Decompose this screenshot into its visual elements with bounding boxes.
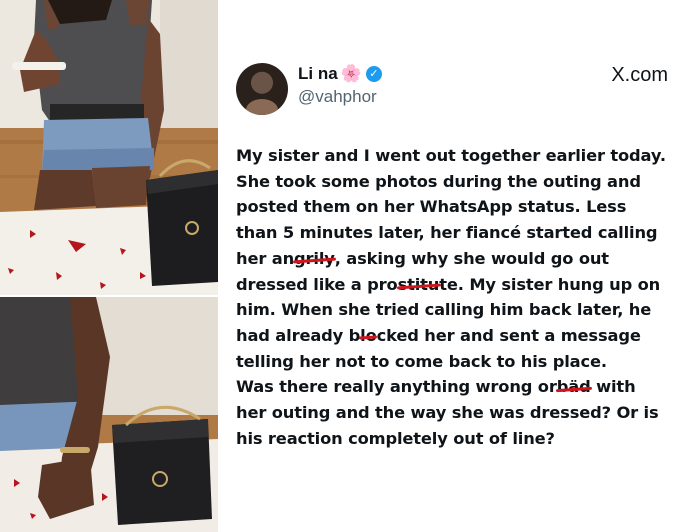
strikethrough-word: grily (294, 246, 335, 272)
author-row: Li na 🌸 ✓ (298, 62, 382, 86)
post-line-11: her outing and the way she was dressed? … (236, 403, 659, 423)
photo-bottom (0, 297, 218, 532)
post-text: My sister and I went out together earlie… (236, 143, 692, 451)
photo-woman-sitting-table (0, 0, 218, 295)
post-line-5: her angrily, asking why she would go out (236, 246, 692, 272)
post-line-8: had already blocked her and sent a messa… (236, 323, 692, 349)
site-mark: X.com (610, 64, 668, 87)
strikethrough-word: bäd (557, 374, 591, 400)
verified-badge-icon: ✓ (365, 66, 382, 82)
photo-collage (0, 0, 218, 532)
photo-woman-with-bag (0, 297, 218, 532)
post-line-2: She took some photos during the outing a… (236, 171, 641, 191)
post-line-12: his reaction completely out of line? (236, 428, 555, 448)
post-line-9: telling her not to come back to his plac… (236, 351, 607, 371)
post-card: Li na 🌸 ✓ @vahphor X.com My sister and I… (218, 0, 694, 532)
post-line-3: posted them on her WhatsApp status. Less (236, 197, 627, 217)
handle[interactable]: @vahphor (298, 87, 377, 107)
strikethrough-word: lo (360, 323, 377, 349)
post-line-1: My sister and I went out together earlie… (236, 146, 666, 165)
post-line-7: him. When she tried calling him back lat… (236, 300, 652, 320)
strikethrough-word: stitu (398, 272, 440, 298)
post-line-10: Was there really anything wrong or bäd w… (236, 374, 692, 400)
site-label: X.com (611, 64, 668, 86)
display-name[interactable]: Li na (298, 64, 338, 84)
post-line-6: dressed like a prostitute. My sister hun… (236, 272, 692, 298)
photo-top (0, 0, 218, 295)
post-line-4: than 5 minutes later, her fiancé started… (236, 223, 658, 243)
flower-icon: 🌸 (340, 63, 362, 84)
avatar[interactable] (236, 63, 288, 115)
